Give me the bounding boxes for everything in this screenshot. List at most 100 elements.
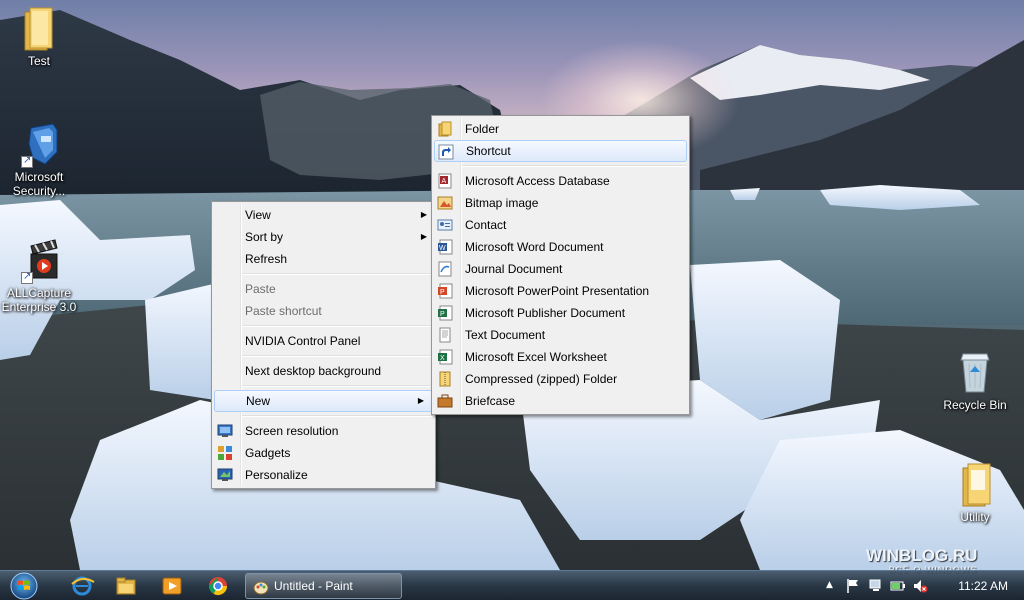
show-hidden-icons-arrow-icon[interactable]: ▲: [826, 580, 833, 590]
desktop-icon-utility[interactable]: Utility: [937, 462, 1013, 524]
menu-separator: [212, 382, 435, 390]
taskbar-ie-icon[interactable]: [62, 573, 102, 599]
menu-item-label: Journal Document: [465, 262, 563, 276]
publisher-icon: P: [438, 305, 453, 321]
system-tray: ▲ 11:22 AM: [814, 571, 1024, 600]
menu-item-label: Screen resolution: [245, 424, 339, 438]
menu-item-label: New: [246, 394, 271, 408]
new-item-access-database[interactable]: A Microsoft Access Database: [432, 170, 689, 192]
menu-item-nvidia-control-panel[interactable]: NVIDIA Control Panel: [212, 330, 435, 352]
desktop-icon-label: Microsoft Security...: [12, 170, 66, 198]
taskbar-chrome-icon[interactable]: [198, 573, 238, 599]
zip-folder-icon: [439, 371, 451, 387]
desktop-icon-allcapture[interactable]: ALLCapture Enterprise 3.0: [1, 236, 77, 314]
svg-text:A: A: [442, 178, 447, 185]
desktop-icon-label: Utility: [960, 510, 990, 524]
menu-item-next-desktop-background[interactable]: Next desktop background: [212, 360, 435, 382]
submenu-arrow-icon: ▶: [417, 396, 424, 405]
start-button[interactable]: [6, 571, 42, 600]
new-item-shortcut[interactable]: Shortcut: [434, 140, 687, 162]
menu-item-view[interactable]: View ▶: [212, 204, 435, 226]
menu-separator: [432, 162, 689, 170]
menu-item-label: Microsoft Publisher Document: [465, 306, 626, 320]
menu-item-label: Briefcase: [465, 394, 516, 408]
recycle-bin-icon: [960, 353, 990, 393]
folder-icon: [962, 463, 991, 507]
desktop-icon-label: Recycle Bin: [943, 398, 1007, 412]
new-item-powerpoint-presentation[interactable]: P Microsoft PowerPoint Presentation: [432, 280, 689, 302]
new-item-journal-document[interactable]: Journal Document: [432, 258, 689, 280]
svg-text:P: P: [440, 311, 445, 318]
menu-separator: [212, 322, 435, 330]
action-center-flag-icon[interactable]: [846, 578, 860, 594]
new-item-text-document[interactable]: Text Document: [432, 324, 689, 346]
new-item-publisher-document[interactable]: P Microsoft Publisher Document: [432, 302, 689, 324]
security-shield-icon: [19, 122, 59, 168]
new-item-bitmap-image[interactable]: Bitmap image: [432, 192, 689, 214]
shortcut-icon: [438, 144, 454, 160]
bitmap-icon: [437, 196, 453, 210]
menu-item-label: Compressed (zipped) Folder: [465, 372, 618, 386]
menu-item-label: Paste: [245, 282, 276, 296]
clapperboard-icon: [19, 236, 59, 284]
menu-item-label: Microsoft Word Document: [465, 240, 604, 254]
menu-item-label: Sort by: [245, 230, 284, 244]
new-item-word-document[interactable]: W Microsoft Word Document: [432, 236, 689, 258]
menu-item-label: Paste shortcut: [245, 304, 322, 318]
submenu-arrow-icon: ▶: [420, 210, 427, 219]
desktop-icon-label: ALLCapture Enterprise 3.0: [1, 286, 77, 314]
text-document-icon: [439, 327, 451, 343]
new-submenu: Folder Shortcut A Microsoft Access Datab…: [431, 115, 690, 415]
monitor-icon: [217, 424, 233, 437]
desktop-icon-recycle-bin[interactable]: Recycle Bin: [937, 348, 1013, 412]
contact-icon: [437, 219, 453, 231]
svg-text:X: X: [440, 355, 445, 362]
menu-item-refresh[interactable]: Refresh: [212, 248, 435, 270]
briefcase-icon: [437, 394, 453, 408]
menu-item-label: Refresh: [245, 252, 288, 266]
excel-icon: X: [438, 349, 453, 365]
menu-item-paste: Paste: [212, 278, 435, 300]
menu-item-gadgets[interactable]: Gadgets: [212, 442, 435, 464]
desktop-context-menu: View ▶ Sort by ▶ Refresh Paste Paste sho…: [211, 201, 436, 489]
desktop-icon-microsoft-security[interactable]: Microsoft Security...: [1, 122, 77, 198]
menu-item-label: Folder: [465, 122, 500, 136]
menu-item-sort-by[interactable]: Sort by ▶: [212, 226, 435, 248]
menu-item-label: Microsoft Access Database: [465, 174, 610, 188]
menu-item-label: NVIDIA Control Panel: [245, 334, 361, 348]
folder-icon: [24, 7, 53, 51]
menu-item-label: Text Document: [465, 328, 546, 342]
new-item-contact[interactable]: Contact: [432, 214, 689, 236]
taskbar-clock[interactable]: 11:22 AM: [958, 579, 1008, 593]
submenu-arrow-icon: ▶: [420, 232, 427, 241]
menu-item-label: View: [245, 208, 271, 222]
gadgets-icon: [218, 446, 232, 460]
menu-item-label: Shortcut: [466, 144, 511, 158]
personalize-icon: [217, 468, 233, 481]
menu-item-personalize[interactable]: Personalize: [212, 464, 435, 486]
new-item-compressed-folder[interactable]: Compressed (zipped) Folder: [432, 368, 689, 390]
watermark-brand: WINBLOG.RU: [866, 546, 978, 565]
taskbar-paint-label: Untitled - Paint: [274, 579, 353, 593]
battery-icon[interactable]: [890, 578, 906, 594]
new-item-excel-worksheet[interactable]: X Microsoft Excel Worksheet: [432, 346, 689, 368]
menu-item-new[interactable]: New ▶: [214, 390, 433, 412]
menu-item-paste-shortcut: Paste shortcut: [212, 300, 435, 322]
menu-item-screen-resolution[interactable]: Screen resolution: [212, 420, 435, 442]
powerpoint-icon: P: [438, 283, 453, 299]
new-item-briefcase[interactable]: Briefcase: [432, 390, 689, 412]
menu-item-label: Next desktop background: [245, 364, 382, 378]
taskbar-media-player-icon[interactable]: [152, 573, 192, 599]
network-icon[interactable]: [868, 578, 884, 594]
desktop-icon-test[interactable]: Test: [1, 6, 77, 68]
taskbar-paint-button[interactable]: Untitled - Paint: [245, 573, 402, 599]
volume-muted-icon[interactable]: [912, 578, 928, 594]
taskbar: Untitled - Paint ▲ 11:22 AM: [0, 570, 1024, 600]
taskbar-explorer-icon[interactable]: [106, 573, 146, 599]
svg-text:W: W: [439, 245, 446, 252]
journal-icon: [438, 261, 452, 277]
menu-separator: [212, 270, 435, 278]
menu-separator: [212, 352, 435, 360]
word-icon: W: [438, 239, 453, 255]
new-item-folder[interactable]: Folder: [432, 118, 689, 140]
